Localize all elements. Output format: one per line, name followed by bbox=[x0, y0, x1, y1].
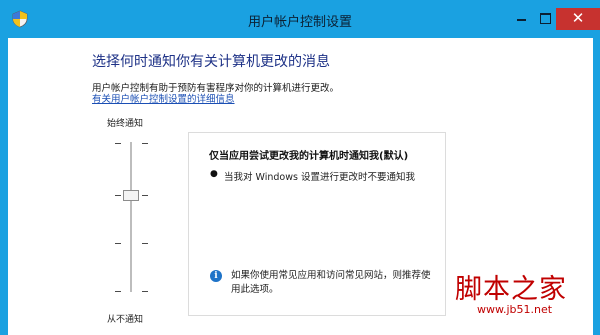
page-heading: 选择何时通知你有关计算机更改的消息 bbox=[92, 54, 330, 70]
slider-top-label: 始终通知 bbox=[107, 119, 144, 129]
watermark-url: www.jb51.net bbox=[477, 303, 553, 316]
slider-tick bbox=[115, 195, 121, 196]
slider-tick bbox=[142, 143, 148, 144]
uac-details-link[interactable]: 有关用户帐户控制设置的详细信息 bbox=[92, 91, 235, 105]
slider-tick bbox=[115, 291, 121, 292]
minimize-button[interactable] bbox=[508, 8, 534, 28]
slider-tick bbox=[115, 143, 121, 144]
maximize-button[interactable] bbox=[534, 8, 556, 28]
info-icon: i bbox=[210, 270, 222, 282]
client-area: 选择何时通知你有关计算机更改的消息 用户帐户控制有助于预防有害程序对你的计算机进… bbox=[8, 38, 593, 335]
slider-tick bbox=[142, 195, 148, 196]
uac-level-slider[interactable] bbox=[113, 138, 149, 298]
level-description-panel: 仅当应用尝试更改我的计算机时通知我(默认) ● 当我对 Windows 设置进行… bbox=[188, 132, 446, 316]
slider-tick bbox=[115, 243, 121, 244]
level-bullet: 当我对 Windows 设置进行更改时不要通知我 bbox=[224, 172, 415, 183]
slider-track[interactable] bbox=[130, 142, 132, 292]
slider-tick bbox=[142, 291, 148, 292]
title-bar: 用户帐户控制设置 ✕ bbox=[0, 0, 600, 38]
bullet-dot: ● bbox=[210, 169, 218, 179]
recommendation-note: 如果你使用常见应用和访问常见网站，则推荐使用此选项。 bbox=[231, 270, 431, 295]
slider-thumb[interactable] bbox=[123, 190, 139, 201]
slider-tick bbox=[142, 243, 148, 244]
slider-bottom-label: 从不通知 bbox=[107, 315, 144, 325]
level-title: 仅当应用尝试更改我的计算机时通知我(默认) bbox=[209, 151, 409, 162]
watermark-logo: 脚本之家 bbox=[455, 274, 567, 305]
close-button[interactable]: ✕ bbox=[556, 8, 600, 30]
